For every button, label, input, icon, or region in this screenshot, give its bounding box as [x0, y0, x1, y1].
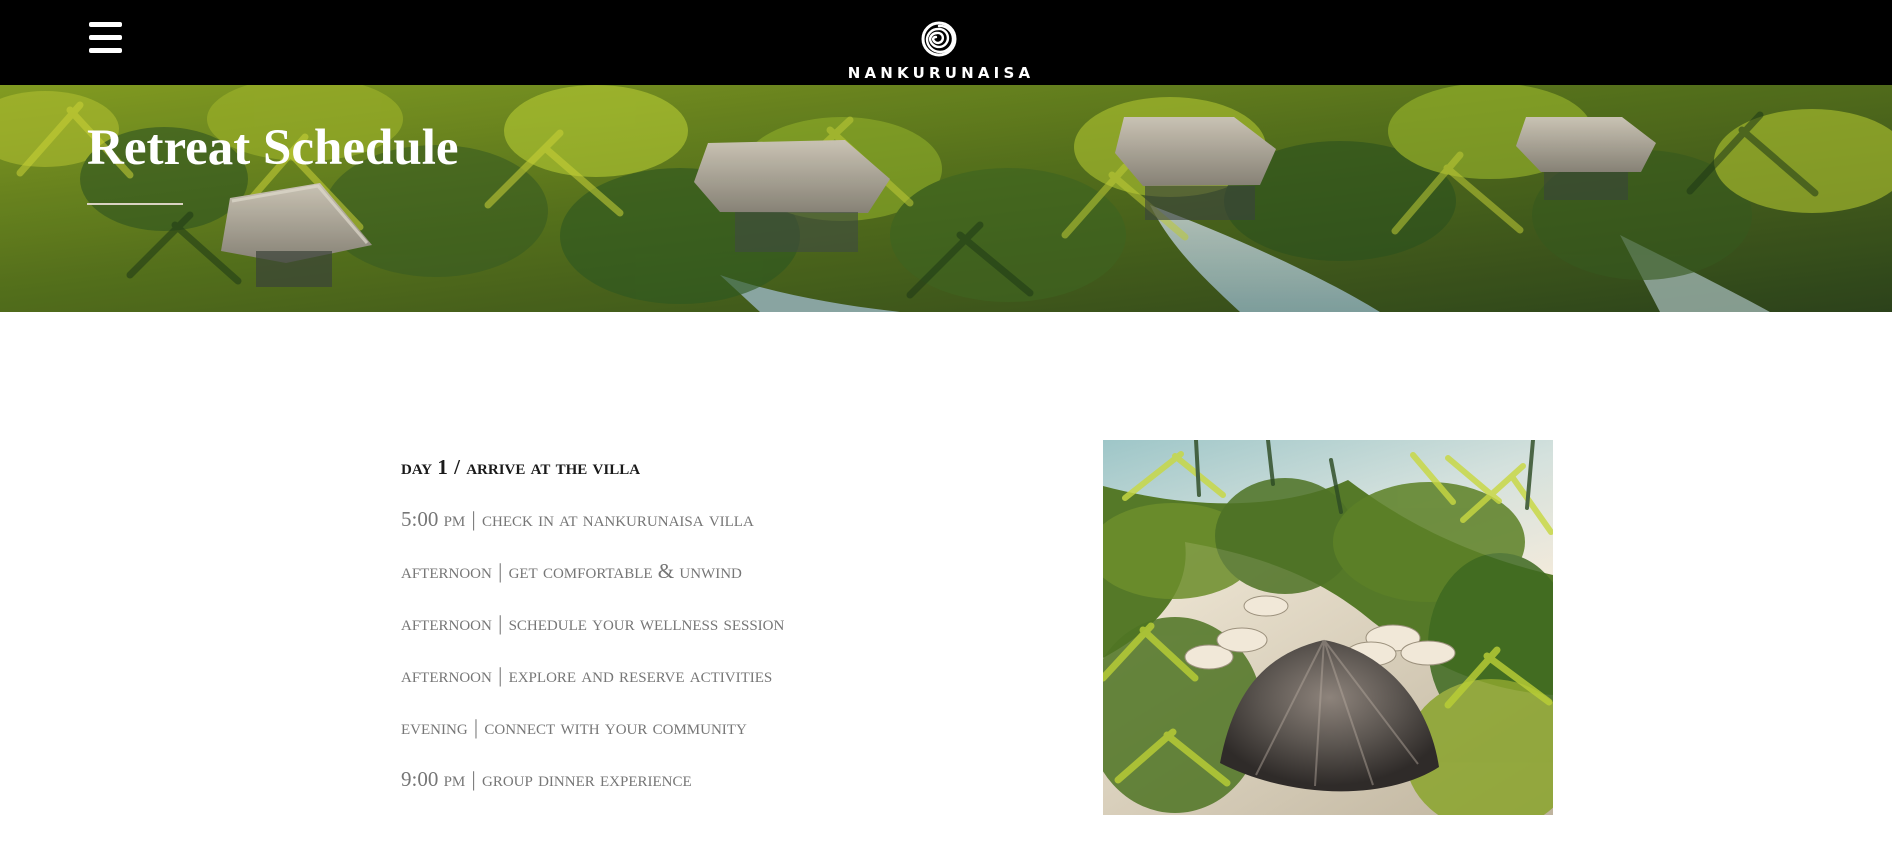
- aerial-lodge-image: [1103, 440, 1553, 815]
- schedule-item: afternoon | get comfortable & unwind: [401, 556, 961, 586]
- spiral-logo-icon: [921, 21, 957, 57]
- day-number: 1: [437, 455, 448, 479]
- schedule-time: 9:00 pm: [401, 767, 466, 791]
- schedule-separator: |: [498, 611, 503, 635]
- day-heading: day 1 / arrive at the villa: [401, 452, 961, 482]
- schedule-time: afternoon: [401, 559, 492, 583]
- day-separator: /: [454, 455, 460, 479]
- schedule-separator: |: [498, 559, 503, 583]
- brand-name: NANKURUNAISA: [847, 64, 1035, 82]
- top-navigation-bar: NANKURUNAISA: [0, 0, 1892, 85]
- schedule-item: 9:00 pm | group dinner experience: [401, 764, 961, 794]
- schedule-separator: |: [471, 767, 476, 791]
- schedule-item: 5:00 pm | check in at nankurunaisa villa: [401, 504, 961, 534]
- hamburger-menu-icon[interactable]: [89, 22, 122, 54]
- schedule-activity: connect with your community: [484, 715, 747, 739]
- schedule-activity: get comfortable & unwind: [508, 559, 742, 583]
- schedule-item: evening | connect with your community: [401, 712, 961, 742]
- brand-logo-link[interactable]: NANKURUNAISA: [840, 18, 1042, 82]
- schedule-time: 5:00 pm: [401, 507, 466, 531]
- menu-line-middle: [89, 35, 122, 40]
- schedule-time: afternoon: [401, 663, 492, 687]
- day-label: day: [401, 455, 433, 479]
- schedule-separator: |: [471, 507, 476, 531]
- schedule-item: afternoon | schedule your wellness sessi…: [401, 608, 961, 638]
- hero-banner: Retreat Schedule: [0, 85, 1892, 312]
- schedule-item: afternoon | explore and reserve activiti…: [401, 660, 961, 690]
- schedule-separator: |: [473, 715, 479, 739]
- menu-line-top: [89, 22, 122, 27]
- retreat-lodge-photo: [1103, 440, 1553, 815]
- schedule-time: afternoon: [401, 611, 492, 635]
- schedule-activity: explore and reserve activities: [508, 663, 773, 687]
- schedule-separator: |: [498, 663, 503, 687]
- retreat-schedule-section: day 1 / arrive at the villa 5:00 pm | ch…: [401, 452, 961, 794]
- menu-line-bottom: [89, 48, 122, 53]
- schedule-time: evening: [401, 715, 468, 739]
- schedule-activity: check in at nankurunaisa villa: [481, 507, 754, 531]
- title-underline: [87, 203, 183, 205]
- day-title: arrive at the villa: [466, 455, 641, 479]
- schedule-activity: group dinner experience: [481, 767, 692, 791]
- schedule-list: 5:00 pm | check in at nankurunaisa villa…: [401, 504, 961, 794]
- schedule-activity: schedule your wellness session: [508, 611, 785, 635]
- page-title: Retreat Schedule: [87, 120, 459, 176]
